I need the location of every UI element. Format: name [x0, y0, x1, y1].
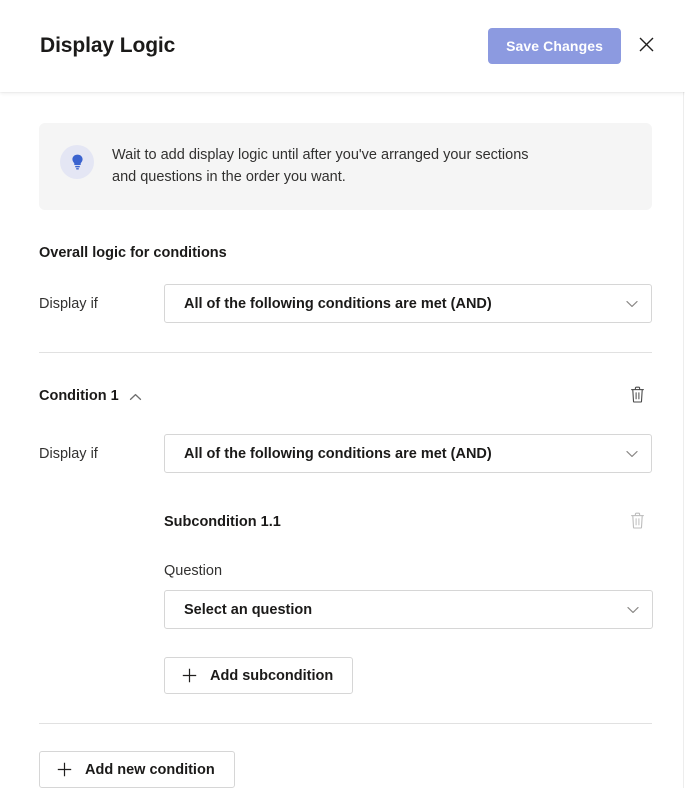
info-banner: Wait to add display logic until after yo…	[39, 123, 652, 210]
add-new-condition-button[interactable]: Add new condition	[39, 751, 235, 788]
condition-logic-select[interactable]: All of the following conditions are met …	[164, 434, 652, 473]
question-select-value: Select an question	[184, 601, 313, 618]
question-select-wrap: Select an question	[164, 590, 653, 629]
condition-collapse-toggle[interactable]	[123, 389, 148, 404]
close-icon	[639, 37, 654, 55]
condition-logic-select-value: All of the following conditions are met …	[184, 445, 492, 462]
question-select[interactable]: Select an question	[164, 590, 653, 629]
add-subcondition-button[interactable]: Add subcondition	[164, 657, 354, 694]
subcondition-title: Subcondition 1.1	[164, 514, 281, 530]
condition-title: Condition 1	[39, 388, 119, 404]
condition-display-if-label: Display if	[39, 445, 98, 462]
trash-icon	[630, 512, 645, 532]
save-changes-button[interactable]: Save Changes	[488, 28, 621, 64]
question-label: Question	[164, 563, 223, 579]
panel-body: Wait to add display logic until after yo…	[0, 92, 685, 788]
subcondition-header: Subcondition 1.1	[164, 507, 652, 537]
page-title: Display Logic	[40, 34, 176, 58]
overall-logic-select-value: All of the following conditions are met …	[184, 295, 492, 312]
lightbulb-icon	[60, 145, 94, 179]
condition-logic-row: Display if All of the following conditio…	[39, 434, 652, 473]
overall-logic-heading: Overall logic for conditions	[39, 245, 227, 261]
trash-icon	[630, 386, 645, 406]
condition-header: Condition 1	[39, 381, 652, 411]
overall-display-if-label: Display if	[39, 295, 98, 312]
chevron-up-icon	[129, 389, 142, 404]
display-logic-panel: Display Logic Save Changes Wait to add d…	[0, 0, 685, 788]
panel-content: Wait to add display logic until after yo…	[0, 92, 685, 788]
chevron-down-icon	[627, 606, 639, 614]
delete-subcondition-button[interactable]	[622, 507, 652, 537]
add-subcondition-wrap: Add subcondition	[164, 657, 652, 694]
divider-bottom	[39, 723, 652, 724]
scrollbar-track[interactable]	[683, 92, 684, 788]
chevron-down-icon	[626, 300, 638, 308]
add-new-condition-label: Add new condition	[85, 761, 215, 778]
panel-header: Display Logic Save Changes	[0, 0, 685, 92]
overall-logic-row: Display if All of the following conditio…	[39, 284, 652, 323]
overall-logic-select[interactable]: All of the following conditions are met …	[164, 284, 652, 323]
plus-icon	[57, 762, 72, 777]
subcondition-block: Subcondition 1.1 Question Select an ques…	[164, 507, 653, 629]
delete-condition-button[interactable]	[622, 381, 652, 411]
close-button[interactable]	[629, 29, 663, 63]
plus-icon	[182, 668, 197, 683]
chevron-down-icon	[626, 450, 638, 458]
add-subcondition-label: Add subcondition	[210, 667, 334, 684]
divider-top	[39, 352, 652, 353]
add-condition-wrap: Add new condition	[39, 751, 652, 788]
info-banner-text: Wait to add display logic until after yo…	[112, 147, 529, 185]
